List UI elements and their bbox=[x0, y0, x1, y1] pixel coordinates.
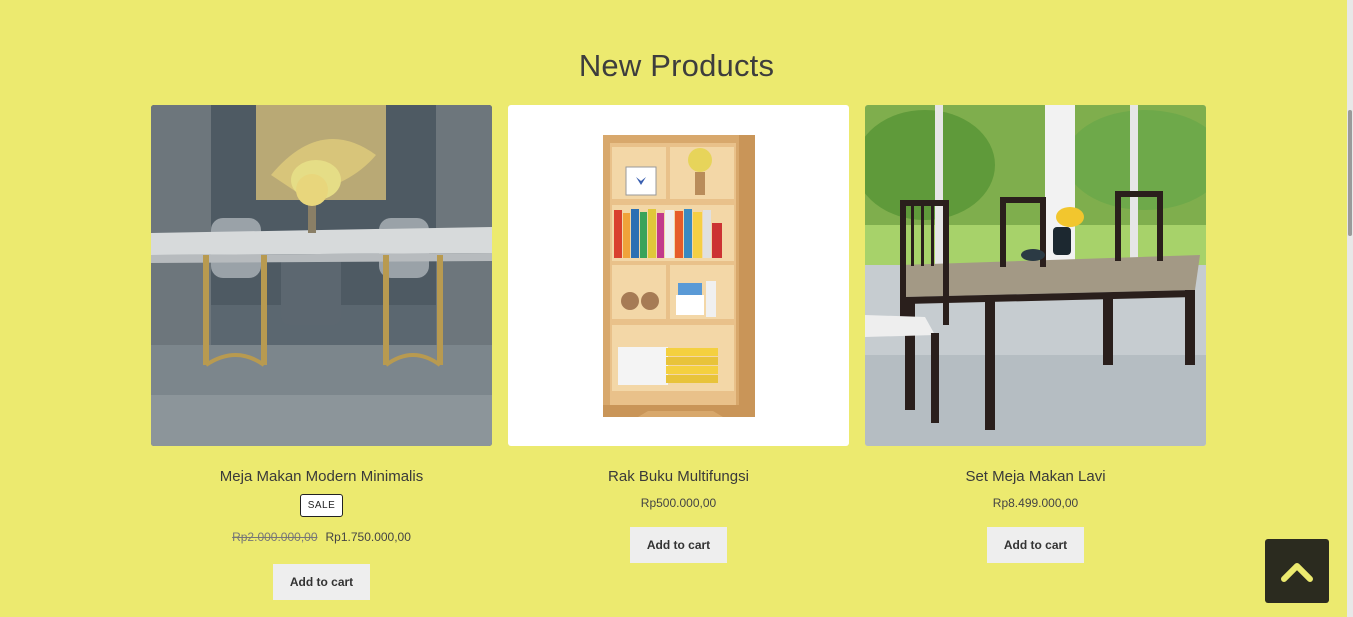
product-name[interactable]: Set Meja Makan Lavi bbox=[865, 468, 1206, 485]
scrollbar[interactable] bbox=[1347, 0, 1353, 617]
old-price: Rp2.000.000,00 bbox=[232, 530, 318, 544]
product-image[interactable] bbox=[151, 105, 492, 446]
product-card: Meja Makan Modern Minimalis SALE Rp2.000… bbox=[151, 105, 492, 600]
page: New Products Meja Makan Modern Minimalis… bbox=[0, 0, 1353, 617]
add-to-cart-button[interactable]: Add to cart bbox=[630, 527, 727, 563]
product-image[interactable] bbox=[865, 105, 1206, 446]
product-name[interactable]: Meja Makan Modern Minimalis bbox=[151, 468, 492, 485]
product-price: Rp500.000,00 bbox=[640, 496, 717, 510]
back-to-top-button[interactable] bbox=[1265, 539, 1329, 603]
product-card: Set Meja Makan Lavi Rp8.499.000,00 Add t… bbox=[865, 105, 1206, 563]
chevron-up-icon bbox=[1281, 563, 1313, 582]
product-card: Rak Buku Multifungsi Rp500.000,00 Add to… bbox=[508, 105, 849, 563]
scrollbar-thumb[interactable] bbox=[1348, 110, 1352, 236]
product-name[interactable]: Rak Buku Multifungsi bbox=[508, 468, 849, 485]
product-price: Rp8.499.000,00 bbox=[992, 496, 1079, 510]
section-title: New Products bbox=[578, 48, 775, 83]
add-to-cart-button[interactable]: Add to cart bbox=[987, 527, 1084, 563]
sale-price: Rp1.750.000,00 bbox=[325, 530, 411, 544]
product-image[interactable] bbox=[508, 105, 849, 446]
add-to-cart-button[interactable]: Add to cart bbox=[273, 564, 370, 600]
sale-badge: SALE bbox=[299, 494, 344, 517]
